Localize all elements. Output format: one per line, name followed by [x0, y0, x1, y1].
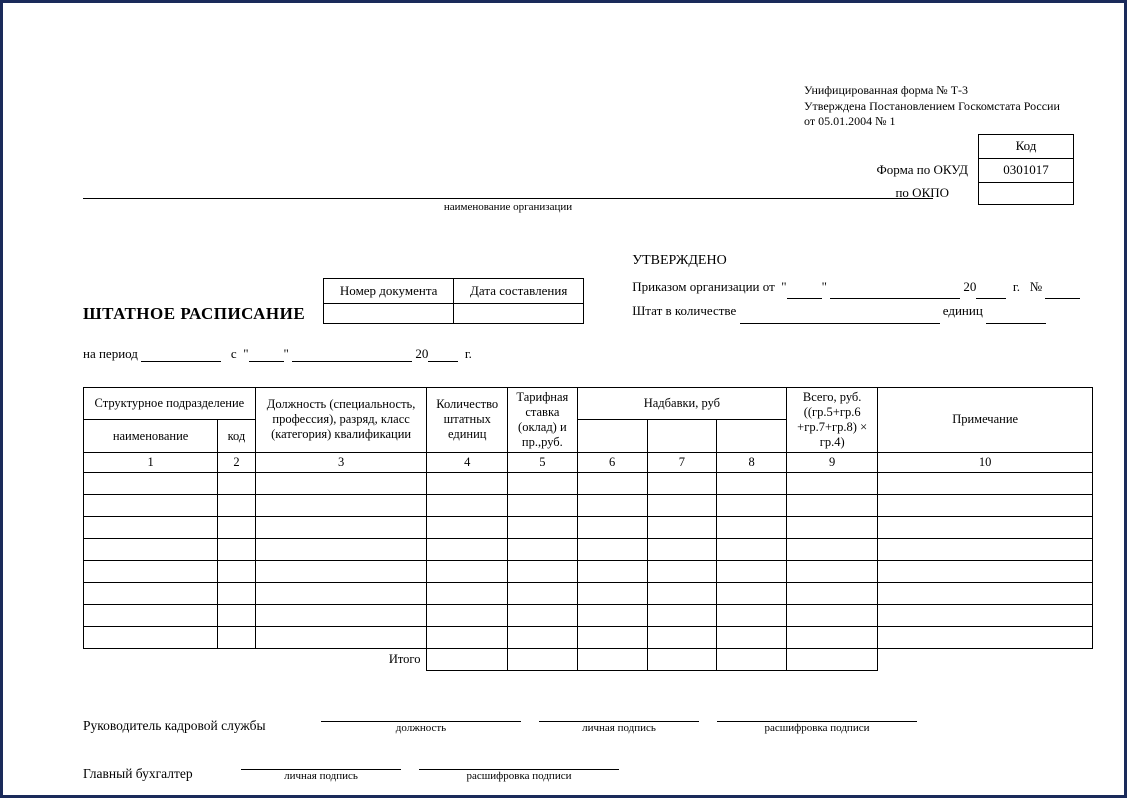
coln-10: 10 — [878, 452, 1093, 472]
coln-8: 8 — [717, 452, 787, 472]
docnum-table: Номер документа Дата составления — [323, 278, 584, 324]
approve-order-line: Приказом организации от "" 20 г. № — [632, 275, 1080, 300]
period-field — [141, 348, 221, 362]
hr-decode-field — [717, 706, 917, 722]
approve-title: УТВЕРЖДЕНО — [632, 248, 1080, 275]
table-row — [84, 494, 1093, 516]
doc-title: ШТАТНОЕ РАСПИСАНИЕ — [83, 304, 305, 324]
coln-3: 3 — [255, 452, 427, 472]
okpo-label: по ОКПО — [867, 182, 979, 205]
order-month — [830, 285, 960, 299]
th-total: Всего, руб. ((гр.5+гр.6 +гр.7+гр.8) × гр… — [787, 387, 878, 452]
table-row — [84, 626, 1093, 648]
table-row — [84, 472, 1093, 494]
okud-value: 0301017 — [979, 158, 1074, 182]
period-day — [249, 348, 284, 362]
period-row: на период с "" 20 г. — [83, 346, 1089, 362]
table-row — [84, 560, 1093, 582]
period-from: с — [231, 346, 237, 361]
coln-7: 7 — [647, 452, 717, 472]
staff-count — [740, 310, 940, 324]
pyr-suf: г. — [465, 346, 472, 361]
doc-num-label: Номер документа — [324, 278, 454, 303]
table-row — [84, 582, 1093, 604]
doc-num-value — [324, 303, 454, 323]
chief-acc-label: Главный бухгалтер — [83, 766, 223, 782]
coln-1: 1 — [84, 452, 218, 472]
cap-decode-2: расшифровка подписи — [419, 770, 619, 782]
doc-date-label: Дата составления — [454, 278, 584, 303]
th-al3 — [717, 420, 787, 453]
acc-sign-field — [241, 754, 401, 770]
th-units: Количество штатных единиц — [427, 387, 508, 452]
th-tariff: Тарифная ставка (оклад) и пр.,руб. — [507, 387, 577, 452]
approve-title-text: УТВЕРЖДЕНО — [632, 253, 727, 268]
th-al1 — [577, 420, 647, 453]
table-row — [84, 604, 1093, 626]
hr-sign-field — [539, 706, 699, 722]
okpo-value — [979, 182, 1074, 205]
yr-suf: г. — [1013, 279, 1020, 294]
cap-sign-2: личная подпись — [241, 770, 401, 782]
period-label: на период — [83, 346, 138, 361]
hr-head-label: Руководитель кадровой службы — [83, 718, 303, 734]
order-year — [976, 285, 1006, 299]
staffing-table: Структурное подразделение Должность (спе… — [83, 387, 1093, 671]
period-month — [292, 348, 412, 362]
cap-position: должность — [321, 722, 521, 734]
coln-5: 5 — [507, 452, 577, 472]
th-al2 — [647, 420, 717, 453]
coln-9: 9 — [787, 452, 878, 472]
form-line-2: Утверждена Постановлением Госкомстата Ро… — [804, 99, 1074, 115]
code-header: Код — [979, 134, 1074, 158]
coln-4: 4 — [427, 452, 508, 472]
pyr-pre: 20 — [415, 346, 428, 361]
order-day — [787, 285, 822, 299]
form-header: Унифицированная форма № Т-3 Утверждена П… — [804, 83, 1074, 205]
okud-label: Форма по ОКУД — [867, 158, 979, 182]
yr-pre: 20 — [963, 279, 976, 294]
acc-decode-field — [419, 754, 619, 770]
itogo-row: Итого — [84, 648, 1093, 670]
staff-text-1: Штат в количестве — [632, 303, 736, 318]
form-line-1: Унифицированная форма № Т-3 — [804, 83, 1074, 99]
approve-block: УТВЕРЖДЕНО Приказом организации от "" 20… — [632, 248, 1080, 324]
code-table: Код Форма по ОКУД 0301017 по ОКПО — [867, 134, 1075, 206]
cap-sign-1: личная подпись — [539, 722, 699, 734]
period-year — [428, 348, 458, 362]
signatures: Руководитель кадровой службы должность л… — [83, 706, 1089, 782]
table-row — [84, 538, 1093, 560]
th-name: наименование — [84, 420, 218, 453]
hr-position-field — [321, 706, 521, 722]
q2: " — [822, 279, 827, 294]
form-line-3: от 05.01.2004 № 1 — [804, 114, 1074, 130]
order-text: Приказом организации от — [632, 279, 775, 294]
form-page: Унифицированная форма № Т-3 Утверждена П… — [0, 0, 1127, 798]
table-row — [84, 516, 1093, 538]
coln-6: 6 — [577, 452, 647, 472]
th-position: Должность (специальность, профессия), ра… — [255, 387, 427, 452]
cap-decode-1: расшифровка подписи — [717, 722, 917, 734]
doc-date-value — [454, 303, 584, 323]
th-code: код — [218, 420, 256, 453]
staff-text-2: единиц — [943, 303, 983, 318]
th-note: Примечание — [878, 387, 1093, 452]
itogo-label: Итого — [255, 648, 427, 670]
order-num — [1045, 285, 1080, 299]
pq2: " — [284, 346, 289, 361]
th-struct: Структурное подразделение — [84, 387, 256, 420]
staff-tail — [986, 310, 1046, 324]
staff-count-line: Штат в количестве единиц — [632, 299, 1080, 324]
coln-2: 2 — [218, 452, 256, 472]
num-sign: № — [1030, 279, 1042, 294]
th-allowance: Надбавки, руб — [577, 387, 786, 420]
